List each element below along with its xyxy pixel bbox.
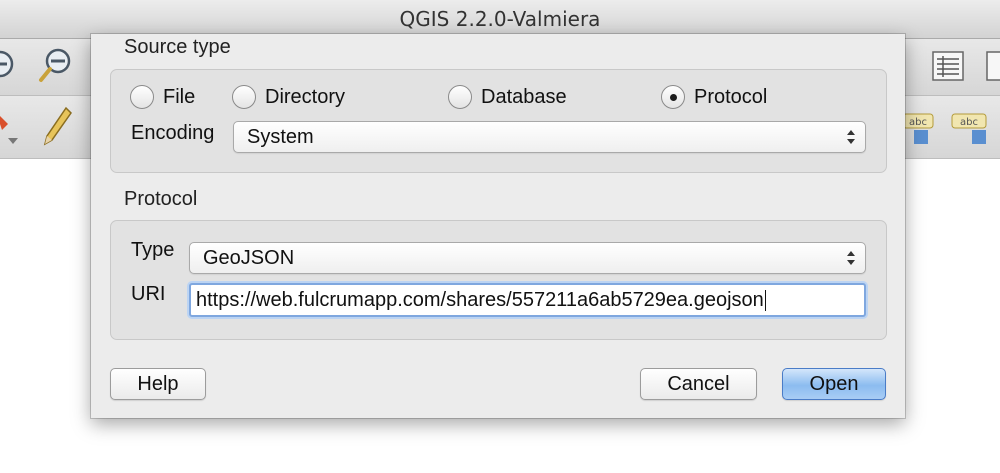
radio-directory-circle[interactable]: [232, 85, 256, 109]
zoom-out-icon[interactable]: [38, 47, 74, 88]
type-select[interactable]: GeoJSON: [189, 242, 866, 274]
radio-file-circle[interactable]: [130, 85, 154, 109]
radio-database-label: Database: [481, 85, 567, 108]
type-value: GeoJSON: [203, 247, 295, 269]
attribute-table-icon[interactable]: [931, 49, 965, 88]
table-icon-partial[interactable]: [985, 49, 1000, 88]
label-tool-text-2: abc: [960, 117, 978, 128]
text-caret: [764, 290, 766, 312]
source-type-title: Source type: [124, 36, 231, 58]
radio-database[interactable]: Database: [448, 85, 567, 109]
label-tool-text: abc: [909, 117, 927, 128]
select-arrows-icon: [847, 251, 855, 265]
uri-value: https://web.fulcrumapp.com/shares/557211…: [196, 289, 764, 311]
radio-directory[interactable]: Directory: [232, 85, 345, 109]
radio-protocol-circle[interactable]: [661, 85, 685, 109]
help-button[interactable]: Help: [110, 368, 206, 400]
encoding-label: Encoding: [131, 122, 215, 144]
radio-protocol-label: Protocol: [694, 85, 768, 108]
source-type-group: File Directory Database Protocol Encodin…: [110, 69, 887, 173]
protocol-title: Protocol: [124, 188, 198, 210]
add-vector-layer-dialog: Source type File Directory Database Prot…: [91, 34, 905, 418]
uri-label: URI: [131, 283, 166, 305]
select-arrows-icon: [847, 130, 855, 144]
label-tool-icon[interactable]: abc: [902, 108, 936, 153]
encoding-value: System: [247, 126, 314, 148]
pencil-icon[interactable]: [40, 104, 74, 153]
uri-input[interactable]: https://web.fulcrumapp.com/shares/557211…: [189, 283, 866, 317]
radio-database-circle[interactable]: [448, 85, 472, 109]
zoom-in-icon[interactable]: [0, 49, 18, 90]
paint-icon[interactable]: [0, 108, 20, 153]
label-tool-icon-2[interactable]: abc: [950, 108, 994, 153]
protocol-group: Type GeoJSON URI https://web.fulcrumapp.…: [110, 220, 887, 340]
encoding-select[interactable]: System: [233, 121, 866, 153]
radio-file[interactable]: File: [130, 85, 195, 109]
radio-file-label: File: [163, 85, 196, 108]
open-button[interactable]: Open: [782, 368, 886, 400]
cancel-button[interactable]: Cancel: [640, 368, 757, 400]
type-label: Type: [131, 239, 175, 261]
radio-directory-label: Directory: [265, 85, 346, 108]
radio-protocol[interactable]: Protocol: [661, 85, 767, 109]
